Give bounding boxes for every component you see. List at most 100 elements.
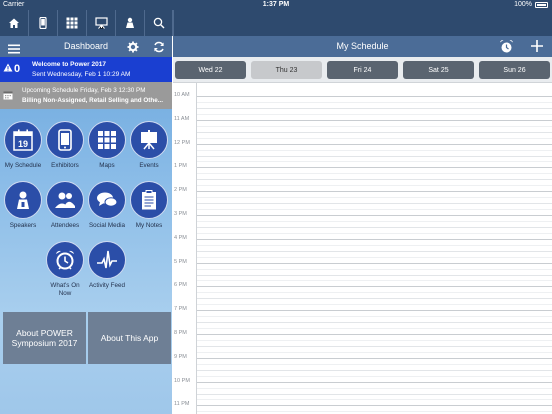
half-hour-line <box>197 369 552 371</box>
about-app-label: About This App <box>100 333 159 343</box>
speaker-person-icon <box>17 191 29 209</box>
hour-line <box>197 286 552 288</box>
half-hour-line <box>197 155 552 157</box>
half-hour-line <box>197 322 552 324</box>
day-tab-sat[interactable]: Sat 25 <box>403 61 474 79</box>
hour-line <box>197 215 552 216</box>
tile-activity-feed[interactable]: Activity Feed <box>87 241 127 290</box>
quarter-line <box>197 113 552 115</box>
device-button[interactable] <box>29 10 58 36</box>
half-hour-line <box>197 274 552 276</box>
home-button[interactable] <box>0 10 29 36</box>
hour-label: 4 PM <box>174 234 187 241</box>
hour-line <box>197 96 552 97</box>
about-app-button[interactable]: About This App <box>88 312 171 364</box>
tile-exhibitors[interactable]: Exhibitors <box>45 121 85 170</box>
settings-button[interactable] <box>127 40 139 58</box>
schedule-grid[interactable]: 10 AM 11 AM 12 PM 1 PM 2 PM 3 PM 4 PM 5 PM 6 PM 7… <box>173 82 552 414</box>
quarter-line <box>197 292 552 294</box>
calendar-badge: 19 <box>18 139 28 149</box>
half-hour-line <box>197 131 552 133</box>
quarter-line <box>197 363 552 365</box>
hour-label: 1 PM <box>174 163 187 170</box>
quarter-line <box>197 173 552 175</box>
hour-label: 3 PM <box>174 211 187 217</box>
alarm-clock-icon <box>56 250 74 270</box>
top-toolbar <box>0 10 552 36</box>
tile-circle: 19 <box>4 121 42 159</box>
tile-circle <box>88 241 126 279</box>
events-button[interactable] <box>87 10 116 36</box>
day-tab-sun[interactable]: Sun 26 <box>479 61 550 79</box>
tile-label: Speakers <box>9 222 37 229</box>
search-icon <box>153 17 165 29</box>
tile-whats-on-now[interactable]: What's On Now <box>45 241 85 298</box>
hour-label: 11 AM <box>174 115 190 122</box>
phone-icon <box>58 129 72 151</box>
about-power-button[interactable]: About POWER Symposium 2017 <box>3 312 86 364</box>
tile-label: What's On Now <box>50 282 80 297</box>
day-tab-label: Sat 25 <box>428 66 449 74</box>
hour-line <box>197 167 552 169</box>
hour-label: 9 PM <box>174 353 187 360</box>
grid-button[interactable] <box>58 10 87 36</box>
speakers-button[interactable] <box>116 10 145 36</box>
search-button[interactable] <box>145 10 174 36</box>
day-tab-fri[interactable]: Fri 24 <box>327 61 398 79</box>
tile-label: My Notes <box>135 222 163 229</box>
hour-line <box>197 119 552 121</box>
day-tab-wed[interactable]: Wed 22 <box>175 61 246 79</box>
calendar-small-icon <box>3 91 13 100</box>
hour-line <box>197 262 552 264</box>
quarter-line <box>197 101 552 103</box>
half-hour-line <box>197 298 552 300</box>
quarter-line <box>197 411 552 413</box>
toolbar-divider <box>172 10 173 36</box>
calendar-icon: 19 <box>13 129 33 151</box>
hour-line <box>197 238 552 240</box>
tile-speakers[interactable]: Speakers <box>3 181 43 230</box>
tile-label: Exhibitors <box>51 162 79 169</box>
dashboard-title: Dashboard <box>63 41 109 51</box>
message-alert[interactable]: 0 Welcome to Power 2017 Sent Wednesday, … <box>0 57 172 82</box>
quarter-line <box>197 304 552 306</box>
day-tab-label: Thu 23 <box>275 66 298 74</box>
tile-maps[interactable]: Maps <box>87 121 127 170</box>
day-tab-thu[interactable]: Thu 23 <box>251 61 322 79</box>
tile-circle <box>46 241 84 279</box>
speaker-icon <box>126 17 134 28</box>
refresh-button[interactable] <box>153 40 165 58</box>
gear-icon <box>127 41 139 53</box>
tile-my-notes[interactable]: My Notes <box>129 181 169 230</box>
tile-social-media[interactable]: Social Media <box>87 181 127 230</box>
tile-label: Events <box>139 162 159 169</box>
upcoming-schedule[interactable]: Upcoming Schedule Friday, Feb 3 12:30 PM… <box>0 82 172 109</box>
half-hour-line <box>197 107 552 109</box>
status-bar: Carrier 1:37 PM 100% <box>0 0 552 10</box>
quarter-line <box>197 161 552 163</box>
day-tab-label: Sun 26 <box>503 66 526 74</box>
quarter-line <box>197 244 552 246</box>
whats-on-now-button[interactable] <box>499 39 514 59</box>
half-hour-line <box>197 250 552 252</box>
tile-attendees[interactable]: Attendees <box>45 181 85 230</box>
alert-sent-time: Sent Wednesday, Feb 1 10:29 AM <box>32 71 131 78</box>
hour-line <box>197 143 552 145</box>
tile-my-schedule[interactable]: 19 My Schedule <box>3 121 43 170</box>
pulse-icon <box>97 250 117 269</box>
tile-circle <box>46 121 84 159</box>
add-event-button[interactable] <box>530 39 544 58</box>
tile-circle <box>88 121 126 159</box>
people-icon <box>55 192 75 208</box>
upcoming-session: Billing Non-Assigned, Retail Selling and… <box>22 97 163 104</box>
hour-label: 6 PM <box>174 282 187 289</box>
tile-label: My Schedule <box>4 162 42 169</box>
hour-label: 5 PM <box>174 258 187 265</box>
schedule-title: My Schedule <box>336 41 389 51</box>
time-gutter <box>173 83 197 414</box>
dashboard-panel: Dashboard 0 Welcome to Power 2017 Sent W… <box>0 36 172 414</box>
schedule-header: My Schedule <box>173 36 552 57</box>
tile-events[interactable]: Events <box>129 121 169 170</box>
quarter-line <box>197 268 552 270</box>
hour-line <box>197 357 552 359</box>
